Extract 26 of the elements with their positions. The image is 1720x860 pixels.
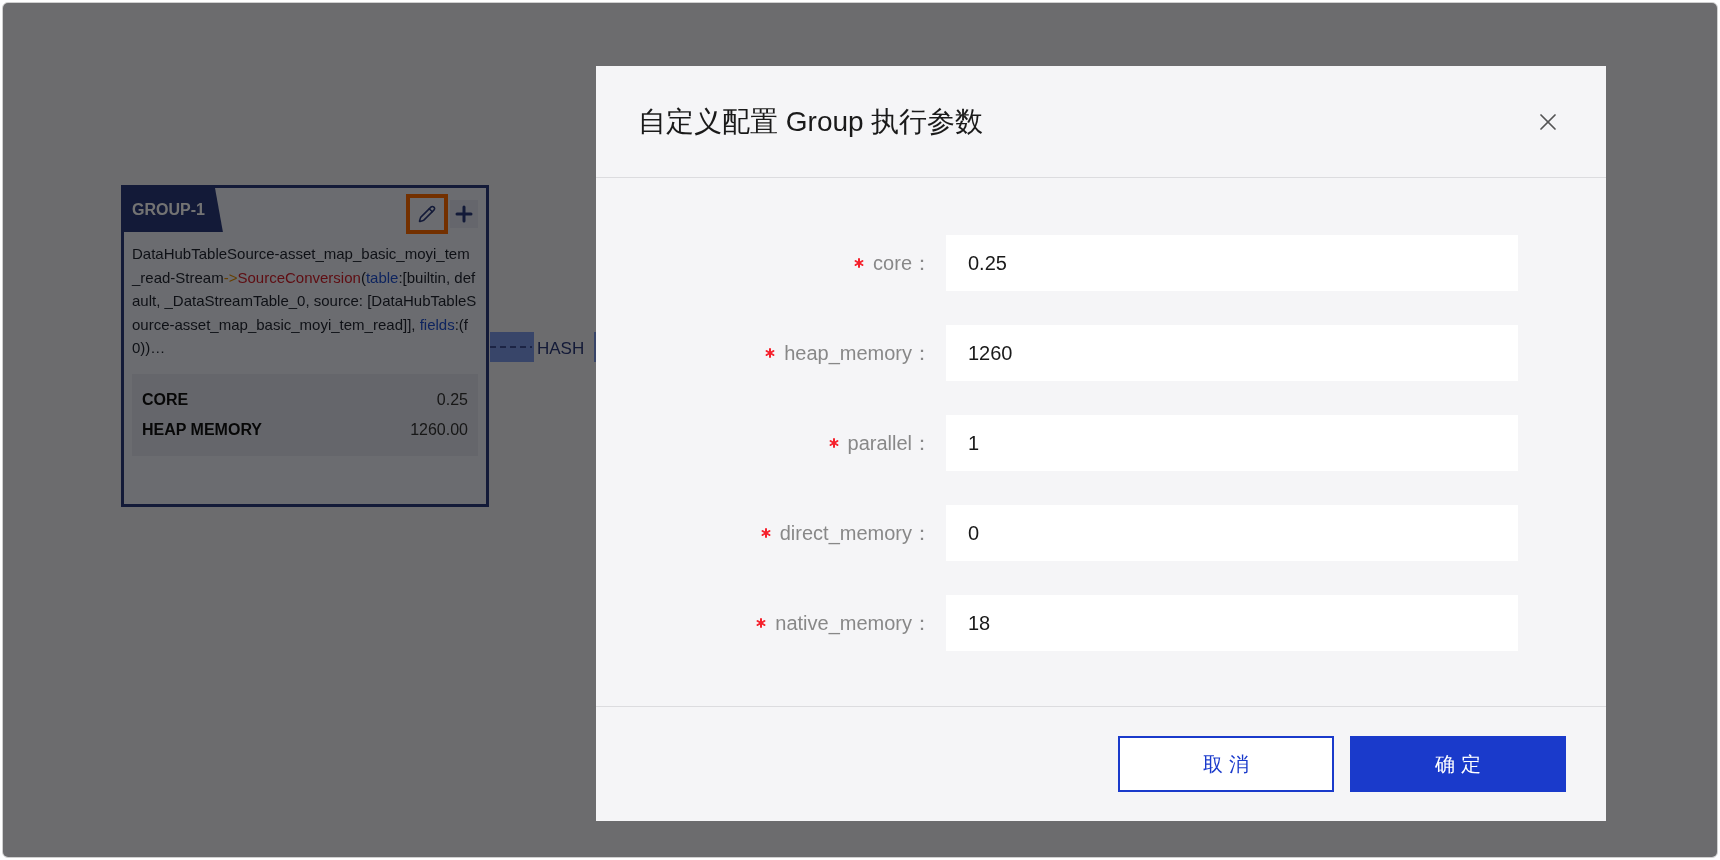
input-field[interactable]: 0: [946, 505, 1518, 561]
edge-band: [490, 332, 534, 362]
edit-button[interactable]: [406, 194, 448, 234]
field-label: parallel：: [847, 431, 932, 456]
dialog-title: 自定义配置 Group 执行参数: [638, 104, 984, 139]
edge-label: HASH: [537, 338, 585, 360]
input-field[interactable]: 18: [946, 595, 1518, 651]
operator-description: DataHubTableSource-asset_map_basic_moyi_tem_read-Stream->SourceConversion(table:[builtin, default, _DataStreamTable_0, source: [DataHubTableSource-asset_map_basic_moyi_tem_read]], fields:(f0))…: [130, 244, 478, 358]
group-title: GROUP-1: [124, 188, 223, 232]
dashed-edge: [490, 345, 532, 349]
confirm-button[interactable]: 确 定: [1350, 736, 1566, 792]
cancel-button[interactable]: 取 消: [1118, 736, 1334, 792]
group-node[interactable]: [121, 185, 489, 507]
input-field[interactable]: 1260: [946, 325, 1518, 381]
field-label: direct_memory：: [779, 521, 932, 547]
pencil-icon: [418, 205, 436, 223]
field-label: core：: [873, 251, 932, 276]
metric-value: 1260.00: [410, 419, 468, 440]
metric-value: 0.25: [436, 389, 468, 410]
field-label: native_memory：: [775, 611, 932, 637]
field-label: heap_memory：: [784, 341, 932, 367]
input-field[interactable]: 1: [946, 415, 1518, 471]
metric-label: HEAP MEMORY: [142, 419, 262, 440]
add-button[interactable]: [450, 200, 478, 228]
metric-label: CORE: [142, 389, 189, 410]
input-field[interactable]: 0.25: [946, 235, 1518, 291]
